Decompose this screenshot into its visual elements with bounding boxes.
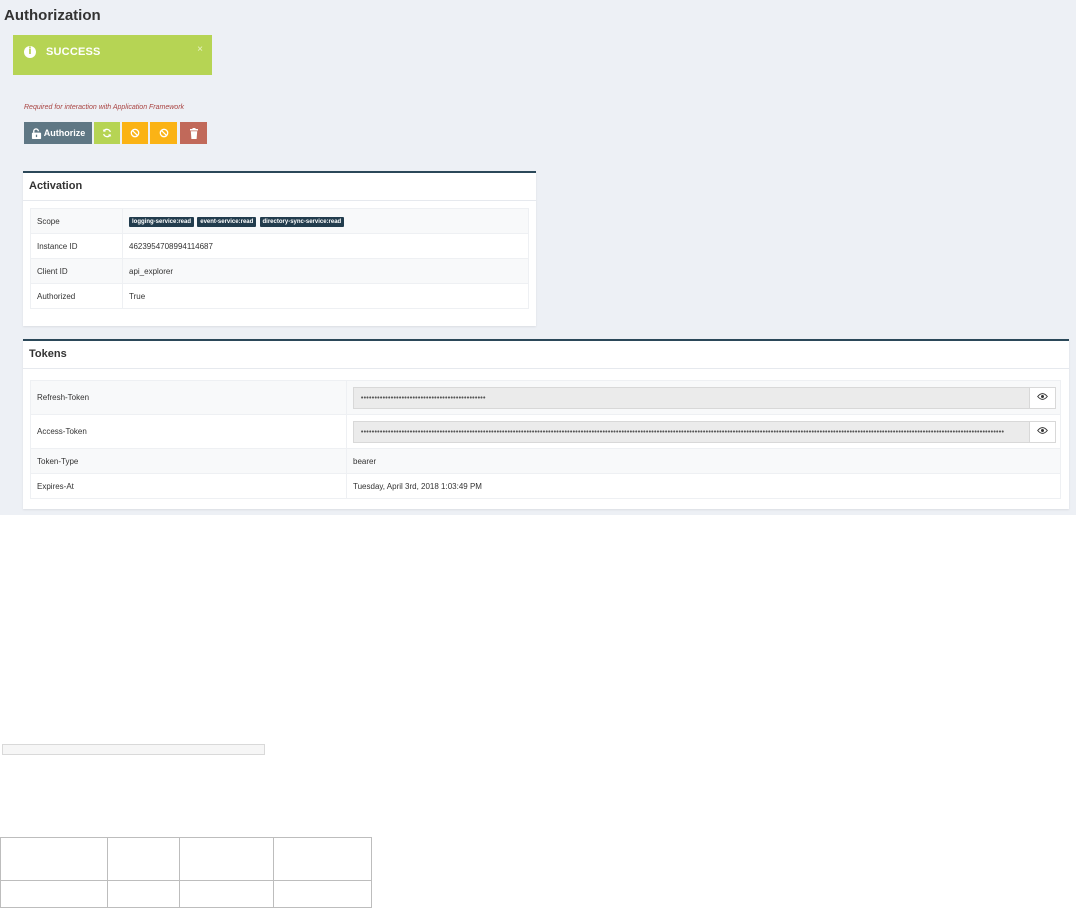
scope-label: Scope	[30, 208, 123, 234]
scope-badge: logging-service:read	[129, 216, 195, 227]
activation-panel: Activation Scope logging-service:read ev…	[23, 171, 536, 326]
refresh-token-label: Refresh-Token	[30, 380, 347, 415]
table-row	[0, 880, 372, 908]
revoke-all-button[interactable]	[150, 122, 177, 144]
access-token-input[interactable]: ••••••••••••••••••••••••••••••••••••••••…	[353, 420, 1029, 443]
ban-icon	[130, 128, 140, 138]
instance-id-label: Instance ID	[30, 233, 123, 259]
instance-id-value: 4623954708994114687	[122, 233, 529, 259]
success-alert: i SUCCESS ×	[13, 35, 212, 75]
info-circle-icon: i	[24, 46, 36, 58]
table-row	[0, 837, 372, 881]
unlock-icon	[31, 127, 42, 139]
authorize-label: Authorize	[43, 128, 86, 138]
reveal-refresh-token-button[interactable]	[1029, 386, 1056, 409]
refresh-token-field: ••••••••••••••••••••••••••••••••••••••••…	[353, 386, 1056, 409]
eye-icon	[1037, 427, 1048, 436]
content-area: Authorization i SUCCESS × Required for i…	[0, 0, 1076, 515]
activation-title: Activation	[23, 173, 536, 201]
hint-text: Required for interaction with Applicatio…	[24, 104, 185, 111]
grid-cell	[179, 837, 274, 881]
tokens-title: Tokens	[23, 341, 1069, 369]
access-token-label: Access-Token	[30, 414, 347, 449]
refresh-token-cell: ••••••••••••••••••••••••••••••••••••••••…	[346, 380, 1061, 415]
eye-icon	[1037, 393, 1048, 402]
tokens-table: Refresh-Token ••••••••••••••••••••••••••…	[30, 380, 1061, 499]
client-id-value: api_explorer	[122, 258, 529, 284]
access-token-field: ••••••••••••••••••••••••••••••••••••••••…	[353, 420, 1056, 443]
empty-grid-table	[0, 837, 372, 908]
empty-text-input[interactable]	[2, 744, 265, 755]
table-row: Authorized True	[30, 283, 529, 309]
alert-message: SUCCESS	[46, 46, 101, 58]
table-row: Client ID api_explorer	[30, 258, 529, 284]
ban-icon	[159, 128, 169, 138]
delete-button[interactable]	[180, 122, 207, 144]
table-row: Refresh-Token ••••••••••••••••••••••••••…	[30, 380, 1061, 415]
table-row: Expires-At Tuesday, April 3rd, 2018 1:03…	[30, 473, 1061, 499]
authorized-value: True	[122, 283, 529, 309]
scope-value: logging-service:read event-service:read …	[122, 208, 529, 234]
grid-cell	[107, 837, 180, 881]
access-token-cell: ••••••••••••••••••••••••••••••••••••••••…	[346, 414, 1061, 449]
grid-cell	[0, 880, 108, 908]
grid-cell	[107, 880, 180, 908]
grid-cell	[179, 880, 274, 908]
refresh-icon	[102, 128, 112, 138]
token-type-value: bearer	[346, 448, 1061, 474]
expires-at-label: Expires-At	[30, 473, 347, 499]
trash-icon	[189, 127, 199, 139]
grid-cell	[273, 837, 372, 881]
activation-table: Scope logging-service:read event-service…	[30, 208, 529, 309]
table-row: Access-Token •••••••••••••••••••••••••••…	[30, 414, 1061, 449]
client-id-label: Client ID	[30, 258, 123, 284]
refresh-token-input[interactable]: ••••••••••••••••••••••••••••••••••••••••…	[353, 386, 1029, 409]
token-type-label: Token-Type	[30, 448, 347, 474]
revoke-button[interactable]	[122, 122, 148, 144]
expires-at-value: Tuesday, April 3rd, 2018 1:03:49 PM	[346, 473, 1061, 499]
grid-cell	[273, 880, 372, 908]
grid-cell	[0, 837, 108, 881]
table-row: Scope logging-service:read event-service…	[30, 208, 529, 234]
table-row: Instance ID 4623954708994114687	[30, 233, 529, 259]
refresh-button[interactable]	[94, 122, 120, 144]
alert-close-button[interactable]: ×	[197, 44, 203, 55]
authorize-button[interactable]: Authorize	[24, 122, 92, 144]
table-row: Token-Type bearer	[30, 448, 1061, 474]
tokens-panel: Tokens Refresh-Token •••••••••••••••••••…	[23, 339, 1069, 509]
scope-badge: event-service:read	[197, 216, 257, 227]
page-title: Authorization	[4, 7, 101, 24]
reveal-access-token-button[interactable]	[1029, 420, 1056, 443]
authorized-label: Authorized	[30, 283, 123, 309]
scope-badge: directory-sync-service:read	[259, 216, 345, 227]
